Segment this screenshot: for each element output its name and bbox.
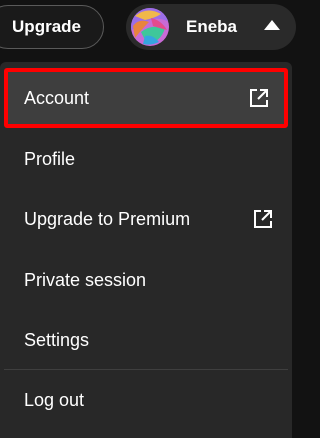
top-bar: Upgrade Eneba [0,0,296,62]
menu-item-label: Log out [24,390,85,410]
menu-item-label: Upgrade to Premium [24,209,191,229]
menu-item-profile[interactable]: Profile [4,129,288,189]
user-dropdown-menu: Account Profile Upgrade to Premium Priva… [0,62,292,438]
menu-item-log-out[interactable]: Log out [4,370,288,430]
menu-item-upgrade-to-premium[interactable]: Upgrade to Premium [4,189,288,249]
caret-up-icon [264,20,280,30]
menu-item-label: Account [24,88,90,108]
external-link-icon [250,89,268,107]
external-link-icon [254,210,272,228]
menu-item-private-session[interactable]: Private session [4,250,288,310]
avatar [131,8,169,46]
menu-item-label: Profile [24,149,76,169]
user-name: Eneba [186,17,238,36]
menu-item-settings[interactable]: Settings [4,310,288,370]
menu-item-account[interactable]: Account [4,68,288,128]
menu-item-label: Private session [24,270,147,290]
user-menu-button[interactable]: Eneba [126,4,296,50]
menu-item-label: Settings [24,330,90,350]
upgrade-button[interactable]: Upgrade [0,5,104,49]
